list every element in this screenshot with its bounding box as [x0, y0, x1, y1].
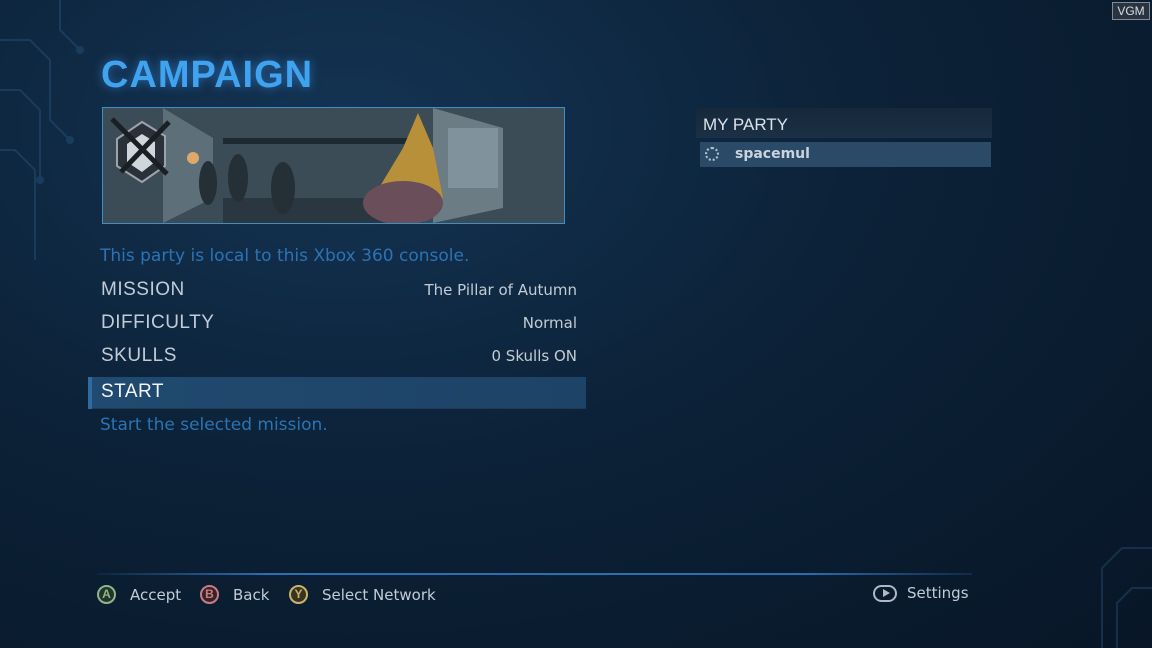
y-button-icon: Y — [289, 585, 308, 604]
menu-item-label: START — [101, 381, 165, 402]
menu-item-mission[interactable]: MISSION The Pillar of Autumn — [88, 275, 586, 307]
party-header: MY PARTY — [696, 108, 992, 138]
menu-item-difficulty[interactable]: DIFFICULTY Normal — [88, 308, 586, 340]
loading-spinner-icon — [705, 147, 719, 161]
back-label: Back — [233, 585, 270, 604]
settings-label: Settings — [907, 584, 969, 602]
party-panel: MY PARTY spacemul — [696, 108, 992, 167]
gamertag: spacemul — [735, 146, 810, 162]
circuit-decoration-right — [1101, 547, 1152, 648]
mission-banner-image — [102, 107, 565, 224]
settings-hint[interactable]: Settings — [873, 584, 969, 602]
party-info-text: This party is local to this Xbox 360 con… — [100, 246, 470, 266]
campaign-menu: MISSION The Pillar of Autumn DIFFICULTY … — [88, 275, 586, 410]
page-title: CAMPAIGN — [101, 54, 314, 96]
start-button-icon — [873, 584, 897, 602]
campaign-emblem-icon — [110, 117, 171, 184]
a-button-icon: A — [97, 585, 116, 604]
party-member[interactable]: spacemul — [700, 142, 991, 167]
menu-item-value: Normal — [522, 314, 577, 332]
back-hint[interactable]: B Back — [200, 585, 269, 604]
select-network-hint[interactable]: Y Select Network — [289, 585, 436, 604]
select-network-label: Select Network — [322, 585, 436, 604]
menu-item-label: MISSION — [101, 279, 185, 300]
menu-item-start[interactable]: START — [88, 377, 586, 409]
accept-label: Accept — [130, 585, 182, 604]
help-text: Start the selected mission. — [100, 415, 328, 435]
menu-item-label: SKULLS — [101, 345, 177, 366]
menu-item-value: The Pillar of Autumn — [424, 281, 577, 299]
vgm-watermark: VGM — [1112, 2, 1150, 20]
b-button-icon: B — [200, 585, 219, 604]
menu-item-value: 0 Skulls ON — [491, 347, 577, 365]
menu-item-skulls[interactable]: SKULLS 0 Skulls ON — [88, 341, 586, 373]
menu-item-label: DIFFICULTY — [101, 312, 215, 333]
accept-hint[interactable]: A Accept — [97, 585, 181, 604]
footer-divider — [97, 573, 972, 575]
menu-divider — [92, 408, 586, 409]
